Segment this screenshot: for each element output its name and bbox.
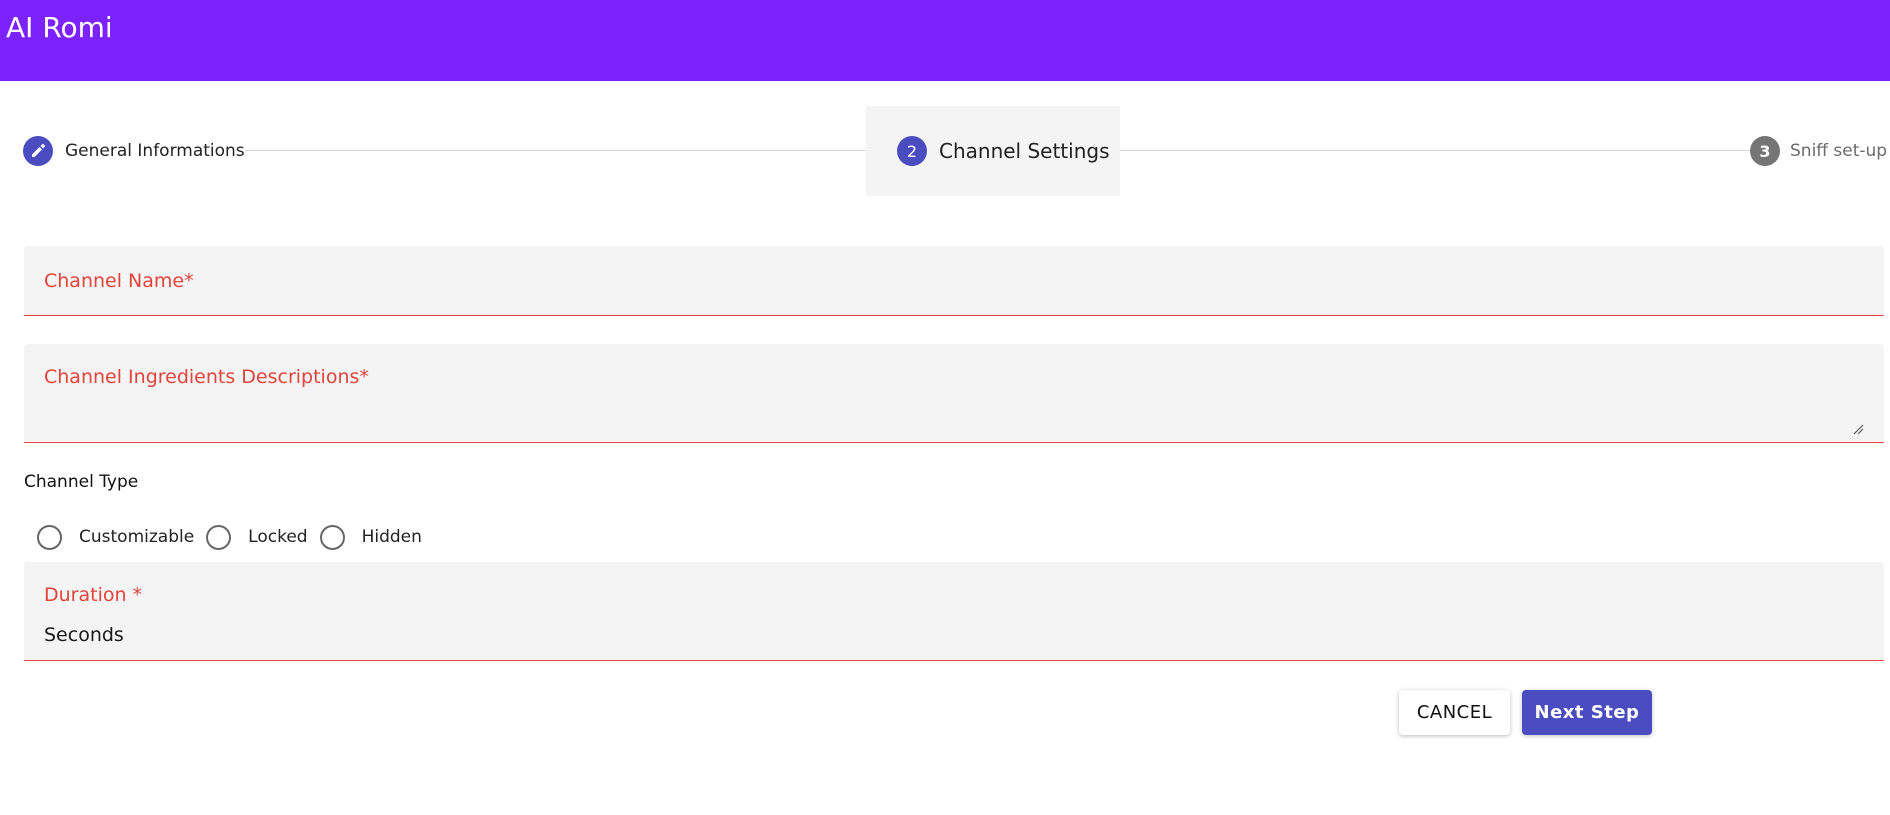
radio-button[interactable] (37, 524, 62, 550)
radio-label: Locked (248, 527, 308, 547)
duration-value: Seconds (44, 624, 124, 646)
channel-name-label: Channel Name* (44, 270, 194, 292)
stepper-connector (245, 150, 866, 151)
channel-name-field[interactable]: Channel Name* (24, 246, 1884, 316)
step-number-badge: 2 (897, 136, 927, 166)
cancel-button[interactable]: CANCEL (1399, 690, 1510, 735)
step-label: Channel Settings (939, 139, 1110, 163)
radio-label: Hidden (361, 527, 422, 547)
app-title: AI Romi (6, 11, 113, 44)
stepper-connector (1100, 150, 1750, 151)
duration-label: Duration * (44, 584, 143, 606)
radio-customizable[interactable]: Customizable (37, 524, 195, 550)
channel-type-radio-group: Customizable Locked Hidden (37, 524, 434, 550)
step-label: Sniff set-up (1790, 141, 1888, 161)
step-label: General Informations (65, 141, 245, 161)
resize-handle-icon[interactable] (1852, 420, 1864, 435)
radio-label: Customizable (79, 527, 195, 547)
channel-ingredients-label: Channel Ingredients Descriptions* (44, 366, 369, 388)
duration-field[interactable]: Duration * Seconds (24, 562, 1884, 661)
radio-button[interactable] (206, 524, 232, 550)
step-sniff-setup[interactable]: 3 Sniff set-up (1750, 106, 1887, 196)
radio-locked[interactable]: Locked (206, 524, 308, 550)
pencil-icon (23, 136, 53, 166)
radio-button[interactable] (319, 524, 345, 550)
step-general-informations[interactable]: General Informations (23, 106, 245, 196)
next-step-button[interactable]: Next Step (1522, 690, 1652, 735)
radio-hidden[interactable]: Hidden (319, 524, 422, 550)
app-bar: AI Romi (0, 0, 1890, 81)
step-channel-settings[interactable]: 2 Channel Settings (866, 106, 1120, 196)
step-number-badge: 3 (1750, 136, 1780, 166)
stepper: General Informations 2 Channel Settings … (0, 106, 1890, 196)
channel-ingredients-field[interactable]: Channel Ingredients Descriptions* (24, 344, 1884, 443)
channel-type-label: Channel Type (24, 472, 139, 492)
